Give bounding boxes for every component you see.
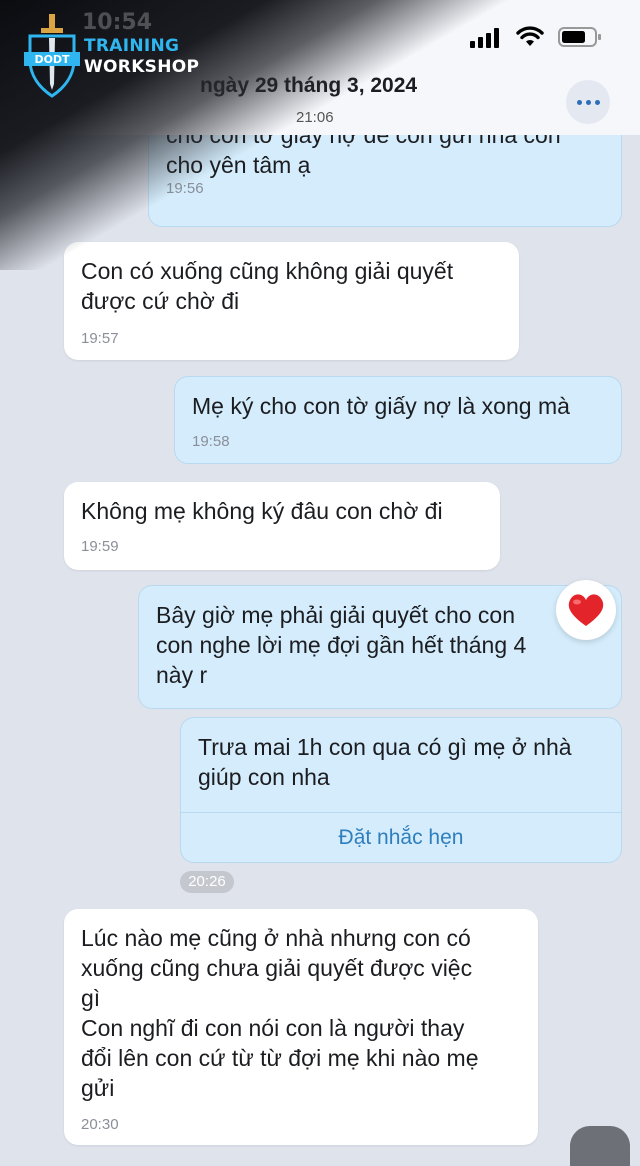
message-bubble-outgoing[interactable]: Mẹ ký cho con tờ giấy nợ là xong mà 19:5… xyxy=(174,376,622,464)
more-dots-icon xyxy=(576,99,582,105)
message-text: Mẹ ký cho con tờ giấy nợ là xong mà xyxy=(192,393,570,419)
message-time: 20:30 xyxy=(81,1116,119,1133)
message-text: Con có xuống cũng không giải quyết được … xyxy=(81,258,454,314)
scroll-down-button[interactable] xyxy=(570,1126,630,1166)
message-time: 19:58 xyxy=(192,433,230,450)
sword-shield-icon: DODT xyxy=(24,14,80,98)
wifi-icon xyxy=(516,26,544,46)
battery-icon xyxy=(558,27,601,47)
message-bubble-outgoing[interactable]: Bây giờ mẹ phải giải quyết cho con con n… xyxy=(138,585,622,709)
message-bubble-outgoing[interactable]: cho con tờ giấy nợ để con gửi nha con ch… xyxy=(148,135,622,227)
message-bubble-incoming[interactable]: Không mẹ không ký đâu con chờ đi 19:59 xyxy=(64,482,500,570)
message-time: 19:57 xyxy=(81,330,119,347)
logo-badge-text: DODT xyxy=(34,53,70,66)
message-text: Trưa mai 1h con qua có gì mẹ ở nhà giúp … xyxy=(198,734,572,790)
logo-line-2: WORKSHOP xyxy=(84,57,200,77)
message-time: 19:56 xyxy=(166,180,204,197)
message-bubble-incoming[interactable]: Lúc nào mẹ cũng ở nhà nhưng con có xuống… xyxy=(64,909,538,1145)
message-text: Lúc nào mẹ cũng ở nhà nhưng con có xuống… xyxy=(81,925,479,1101)
conversation-time: 21:06 xyxy=(296,109,334,126)
logo-line-1: TRAINING xyxy=(84,36,180,56)
message-time: 19:59 xyxy=(81,538,119,555)
message-clip: cho con tờ giấy nợ để con gửi nha con ch… xyxy=(148,135,622,227)
message-bubble-incoming[interactable]: Con có xuống cũng không giải quyết được … xyxy=(64,242,519,360)
message-text: Không mẹ không ký đâu con chờ đi xyxy=(81,498,443,524)
message-text: Bây giờ mẹ phải giải quyết cho con con n… xyxy=(156,602,527,688)
signal-icon xyxy=(470,28,499,48)
conversation-date: ngày 29 tháng 3, 2024 xyxy=(200,74,418,97)
message-time-pill: 20:26 xyxy=(180,871,234,893)
heart-icon xyxy=(568,594,604,626)
heart-reaction[interactable] xyxy=(556,580,616,640)
message-text: cho con tờ giấy nợ để con gửi nha con ch… xyxy=(166,135,561,178)
more-options-button[interactable] xyxy=(566,80,610,124)
set-reminder-button[interactable]: Đặt nhắc hẹn xyxy=(180,813,622,863)
training-workshop-logo: DODT TRAINING WORKSHOP xyxy=(24,14,214,104)
status-icons xyxy=(470,26,602,48)
